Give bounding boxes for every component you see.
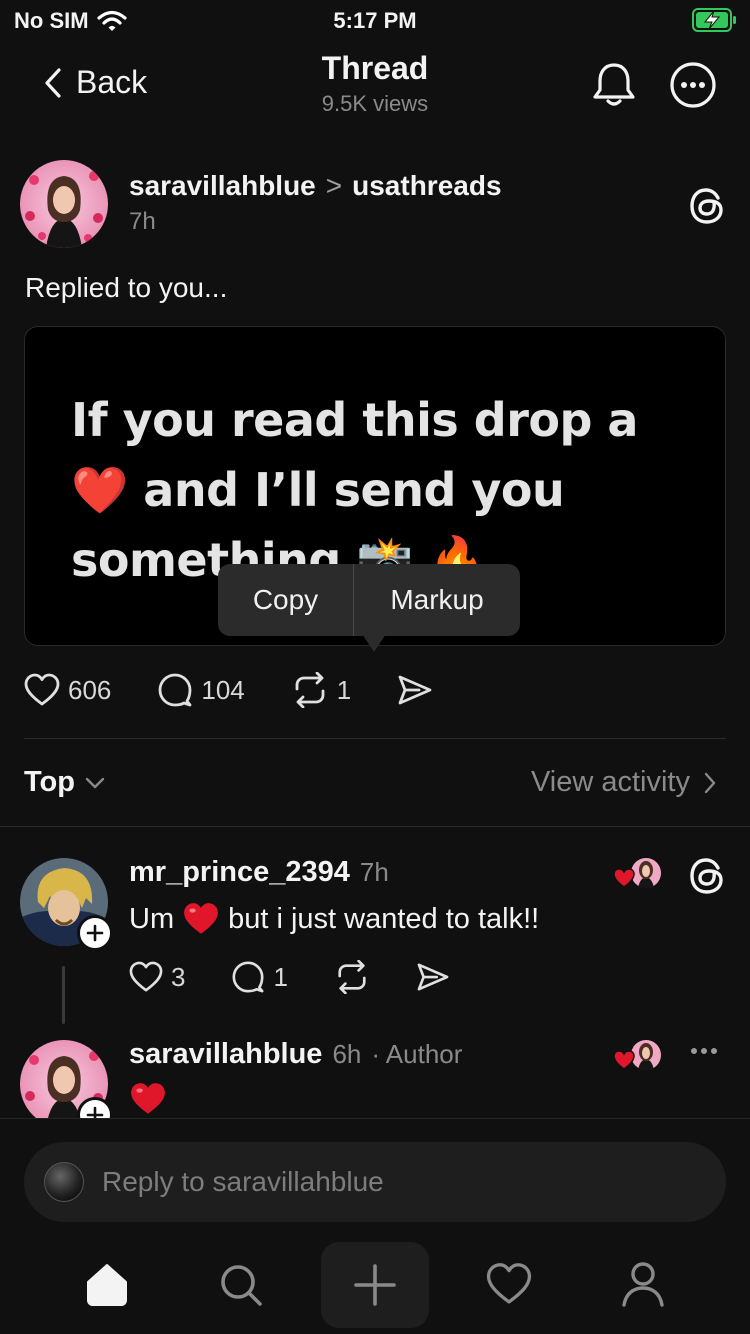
divider — [24, 738, 726, 739]
author-liked-indicator — [614, 1038, 666, 1072]
reply-username[interactable]: saravillahblue — [129, 1038, 322, 1071]
red-heart-emoji-icon — [184, 903, 218, 934]
post-actions: 606 104 1 — [24, 672, 479, 708]
view-activity-label: View activity — [530, 766, 690, 798]
copy-menu-item[interactable]: Copy — [218, 564, 354, 636]
reply-header: mr_prince_2394 7h — [129, 856, 389, 889]
like-button[interactable]: 606 — [24, 673, 111, 707]
status-time: 5:17 PM — [333, 8, 417, 33]
more-options-icon[interactable] — [670, 62, 716, 108]
repost-button[interactable] — [334, 960, 370, 994]
red-heart-emoji-icon — [131, 1083, 165, 1114]
sort-dropdown[interactable]: Top — [24, 766, 105, 799]
sort-label: Top — [24, 766, 75, 798]
send-icon — [398, 675, 432, 705]
repost-icon — [295, 672, 325, 708]
battery-charging-icon — [692, 8, 738, 32]
like-button[interactable]: 3 — [129, 961, 185, 993]
like-count: 3 — [171, 961, 186, 992]
reply-time: 7h — [359, 857, 389, 887]
threads-logo-icon[interactable] — [688, 856, 726, 896]
divider — [0, 826, 750, 827]
new-thread-button[interactable] — [321, 1242, 429, 1328]
threads-logo-icon[interactable] — [688, 186, 726, 226]
author-liked-indicator — [614, 856, 666, 890]
send-icon — [417, 963, 449, 991]
follow-plus-button[interactable] — [77, 915, 113, 951]
comment-icon — [232, 961, 264, 993]
heart-icon[interactable] — [486, 1262, 532, 1306]
heart-icon — [24, 673, 60, 706]
share-button[interactable] — [397, 674, 433, 706]
like-count: 606 — [68, 674, 112, 705]
bell-icon[interactable] — [590, 60, 638, 110]
comment-button[interactable]: 104 — [157, 672, 245, 708]
reply-separator: > — [325, 170, 343, 201]
reply-time: 6h — [332, 1039, 362, 1069]
share-button[interactable] — [416, 962, 450, 992]
repost-count: 1 — [336, 674, 352, 705]
profile-icon[interactable] — [620, 1260, 666, 1308]
reply-input-placeholder: Reply to saravillahblue — [102, 1166, 384, 1197]
comment-button[interactable]: 1 — [231, 960, 288, 994]
context-menu-pointer — [362, 634, 386, 652]
search-icon[interactable] — [218, 1262, 264, 1308]
reply-text: Um but i just wanted to talk!! — [129, 902, 540, 935]
view-activity-link[interactable]: View activity — [531, 766, 716, 799]
post-username[interactable]: saravillahblue — [129, 170, 316, 202]
post-time: 7h — [129, 208, 156, 235]
reply-composer[interactable]: Reply to saravillahblue — [24, 1142, 726, 1222]
post-reply-to[interactable]: usathreads — [352, 170, 501, 202]
reply-header: saravillahblue 6h · Author — [129, 1038, 462, 1071]
repost-icon — [338, 960, 366, 994]
plus-icon — [86, 924, 104, 942]
repost-button[interactable]: 1 — [291, 672, 351, 708]
comment-count: 1 — [273, 961, 288, 992]
chevron-right-icon — [704, 772, 716, 793]
reply-actions: 3 1 — [129, 960, 496, 994]
post-author-row: saravillahblue > usathreads — [129, 170, 502, 202]
comment-icon — [158, 673, 192, 707]
author-badge: · Author — [371, 1039, 463, 1069]
home-icon[interactable] — [84, 1262, 130, 1308]
plus-icon — [354, 1264, 396, 1306]
more-options-icon[interactable] — [690, 1046, 718, 1056]
reply-username[interactable]: mr_prince_2394 — [129, 856, 350, 889]
context-menu: Copy Markup — [218, 564, 520, 636]
comment-count: 104 — [201, 674, 245, 705]
markup-menu-item[interactable]: Markup — [354, 564, 520, 636]
avatar[interactable] — [20, 160, 108, 248]
reply-text — [129, 1082, 167, 1116]
heart-icon — [129, 961, 163, 992]
avatar — [44, 1162, 84, 1202]
thread-connector-line — [62, 966, 65, 1024]
chevron-down-icon — [85, 777, 105, 788]
post-text: Replied to you... — [25, 272, 228, 303]
